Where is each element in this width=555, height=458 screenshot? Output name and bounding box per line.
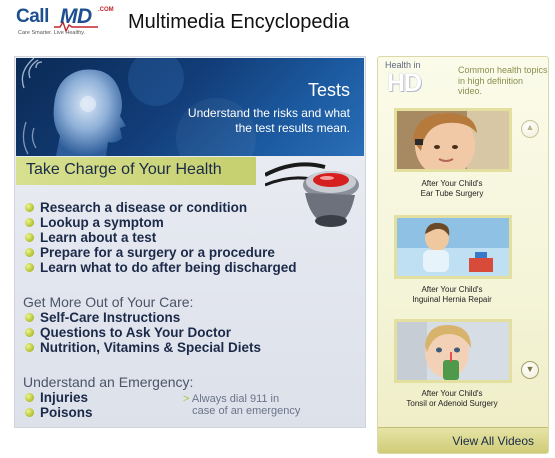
bullet-icon (25, 343, 34, 352)
care-list: Self-Care Instructions Questions to Ask … (23, 310, 261, 355)
link-research-disease[interactable]: Research a disease or condition (40, 200, 247, 215)
link-lookup-symptom[interactable]: Lookup a symptom (40, 215, 164, 230)
bullet-icon (25, 248, 34, 257)
tests-banner[interactable]: Tests Understand the risks and what the … (16, 58, 364, 156)
list-item[interactable]: Lookup a symptom (23, 215, 297, 230)
video-thumbnail-tonsil-surgery[interactable] (394, 319, 512, 383)
list-item[interactable]: Nutrition, Vitamins & Special Diets (23, 340, 261, 355)
link-prepare-surgery[interactable]: Prepare for a surgery or a procedure (40, 245, 275, 260)
page-title: Multimedia Encyclopedia (128, 11, 350, 33)
take-charge-list: Research a disease or condition Lookup a… (23, 200, 297, 275)
arrow-down-icon: ▼ (525, 364, 535, 374)
list-item[interactable]: Research a disease or condition (23, 200, 297, 215)
care-heading: Get More Out of Your Care: (23, 294, 194, 310)
video-caption-line2: Tonsil or Adenoid Surgery (406, 398, 498, 408)
bullet-icon (25, 328, 34, 337)
callmd-logo[interactable]: Call MD .COM Care Smarter. Live Healthy. (16, 5, 124, 38)
hd-logo-big-text: HD (387, 69, 422, 97)
emergency-note-line2: case of an emergency (192, 405, 301, 417)
list-item[interactable]: Injuries (23, 390, 93, 405)
emergency-list: Injuries Poisons (23, 390, 93, 420)
link-poisons[interactable]: Poisons (40, 405, 93, 420)
list-item[interactable]: Learn about a test (23, 230, 297, 245)
list-item[interactable]: Learn what to do after being discharged (23, 260, 297, 275)
link-injuries[interactable]: Injuries (40, 390, 88, 405)
list-item[interactable]: Questions to Ask Your Doctor (23, 325, 261, 340)
bullet-icon (25, 263, 34, 272)
scroll-down-button[interactable]: ▼ (521, 361, 539, 379)
take-charge-heading: Take Charge of Your Health (26, 161, 222, 178)
bullet-icon (25, 233, 34, 242)
bullet-icon (25, 203, 34, 212)
video-caption[interactable]: After Your Child's Ear Tube Surgery (382, 179, 522, 198)
logo-call-text: Call (16, 6, 49, 27)
logo-tagline: Care Smarter. Live Healthy. (18, 30, 86, 36)
link-learn-test[interactable]: Learn about a test (40, 230, 156, 245)
take-charge-header: Take Charge of Your Health (16, 157, 256, 185)
video-caption-line1: After Your Child's (421, 389, 483, 398)
banner-subtitle: Understand the risks and what the test r… (187, 106, 350, 135)
link-nutrition[interactable]: Nutrition, Vitamins & Special Diets (40, 340, 261, 355)
scroll-up-button[interactable]: ▲ (521, 120, 539, 138)
main-panel: Tests Understand the risks and what the … (14, 56, 366, 428)
header: Call MD .COM Care Smarter. Live Healthy.… (16, 5, 396, 40)
list-item[interactable]: Prepare for a surgery or a procedure (23, 245, 297, 260)
hd-caption: Common health topics in high definition … (458, 65, 548, 96)
link-after-discharge[interactable]: Learn what to do after being discharged (40, 260, 297, 275)
emergency-note: > Always dial 911 in case of an emergenc… (183, 393, 300, 417)
list-item[interactable]: Poisons (23, 405, 93, 420)
child-photo-ear (397, 111, 509, 169)
hd-video-panel: Health in HD Common health topics in hig… (377, 56, 549, 454)
link-self-care[interactable]: Self-Care Instructions (40, 310, 180, 325)
arrow-up-icon: ▲ (525, 122, 535, 132)
video-caption-line2: Inguinal Hernia Repair (412, 294, 492, 304)
bullet-icon (25, 393, 34, 402)
emergency-heading: Understand an Emergency: (23, 374, 194, 390)
video-caption-line1: After Your Child's (421, 285, 483, 294)
logo-md-text: MD (60, 5, 92, 28)
bullet-icon (25, 218, 34, 227)
emergency-note-line1: Always dial 911 in (191, 393, 280, 405)
link-questions-doctor[interactable]: Questions to Ask Your Doctor (40, 325, 231, 340)
child-photo-drinking (397, 322, 509, 380)
video-caption-line2: Ear Tube Surgery (420, 188, 484, 198)
bullet-icon (25, 408, 34, 417)
bullet-icon (25, 313, 34, 322)
logo-com-text: .COM (98, 7, 114, 13)
banner-title: Tests (307, 80, 350, 100)
video-thumbnail-ear-tube[interactable] (394, 108, 512, 172)
video-caption[interactable]: After Your Child's Tonsil or Adenoid Sur… (382, 389, 522, 408)
video-caption[interactable]: After Your Child's Inguinal Hernia Repai… (382, 285, 522, 304)
video-thumbnail-hernia-repair[interactable] (394, 215, 512, 279)
view-all-videos-button[interactable]: View All Videos (378, 427, 548, 453)
list-item[interactable]: Self-Care Instructions (23, 310, 261, 325)
view-all-videos-label: View All Videos (452, 434, 534, 448)
video-caption-line1: After Your Child's (421, 179, 483, 188)
child-photo-beach (397, 218, 509, 276)
health-in-hd-logo: Health in HD (383, 60, 439, 97)
chevron-right-icon: > (183, 393, 190, 405)
